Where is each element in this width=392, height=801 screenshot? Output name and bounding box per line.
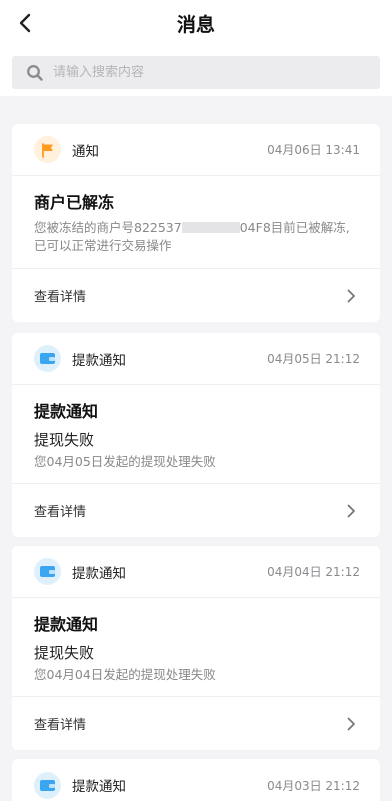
top-bar: 消息 xyxy=(0,0,392,96)
wallet-icon xyxy=(34,558,61,585)
flag-icon xyxy=(34,136,61,163)
search-icon xyxy=(27,64,43,81)
message-time: 04月04日 21:12 xyxy=(267,565,360,579)
view-details-row[interactable]: 查看详情 xyxy=(12,269,380,322)
card-body: 提款通知 提现失败 您04月04日发起的提现处理失败 xyxy=(12,598,380,697)
message-description: 您04月04日发起的提现处理失败 xyxy=(34,667,216,682)
search-bar[interactable] xyxy=(12,56,380,89)
message-type-label: 提款通知 xyxy=(72,352,126,369)
message-type-label: 提款通知 xyxy=(72,779,126,795)
message-title: 提款通知 xyxy=(34,402,99,421)
card-header: 提款通知 04月03日 21:12 xyxy=(12,759,380,801)
message-card[interactable]: 通知 04月06日 13:41 商户已解冻 您被冻结的商户号822537 04F8… xyxy=(12,124,380,322)
message-card[interactable]: 提款通知 04月04日 21:12 提款通知 提现失败 您04月04日发起的提现… xyxy=(12,546,380,750)
chevron-right-icon xyxy=(347,717,355,730)
message-description: 您04月05日发起的提现处理失败 xyxy=(34,454,216,469)
card-header: 通知 04月06日 13:41 xyxy=(12,124,380,176)
chevron-right-icon xyxy=(347,504,355,517)
message-title: 提款通知 xyxy=(34,615,99,634)
message-time: 04月03日 21:12 xyxy=(267,778,360,793)
chevron-right-icon xyxy=(347,289,355,302)
search-input[interactable] xyxy=(53,65,353,80)
card-body: 商户已解冻 您被冻结的商户号822537 04F8目前已被解冻,已可以正常进行交易… xyxy=(12,176,380,269)
view-details-label: 查看详情 xyxy=(34,505,87,520)
message-description-start: 您被冻结的商户号822537 xyxy=(34,220,182,235)
view-details-label: 查看详情 xyxy=(34,718,87,733)
message-subtitle: 提现失败 xyxy=(34,431,95,449)
page-title: 消息 xyxy=(176,14,215,36)
card-body: 提款通知 提现失败 您04月05日发起的提现处理失败 xyxy=(12,385,380,484)
message-card[interactable]: 提款通知 04月03日 21:12 xyxy=(12,759,380,801)
wallet-icon xyxy=(34,345,61,372)
wallet-icon xyxy=(34,771,61,799)
message-card[interactable]: 提款通知 04月05日 21:12 提款通知 提现失败 您04月05日发起的提现… xyxy=(12,333,380,537)
view-details-label: 查看详情 xyxy=(34,290,87,305)
card-header: 提款通知 04月04日 21:12 xyxy=(12,546,380,598)
view-details-row[interactable]: 查看详情 xyxy=(12,484,380,537)
masked-merchant-id xyxy=(181,222,240,233)
message-title: 商户已解冻 xyxy=(34,193,115,212)
message-type-label: 通知 xyxy=(72,143,99,160)
view-details-row[interactable]: 查看详情 xyxy=(12,697,380,750)
message-time: 04月05日 21:12 xyxy=(267,352,360,366)
message-description: 您被冻结的商户号822537 04F8目前已被解冻,已可以正常进行交易操作 xyxy=(34,219,358,255)
card-header: 提款通知 04月05日 21:12 xyxy=(12,333,380,385)
message-time: 04月06日 13:41 xyxy=(267,143,360,157)
message-type-label: 提款通知 xyxy=(72,565,126,582)
message-subtitle: 提现失败 xyxy=(34,644,95,662)
